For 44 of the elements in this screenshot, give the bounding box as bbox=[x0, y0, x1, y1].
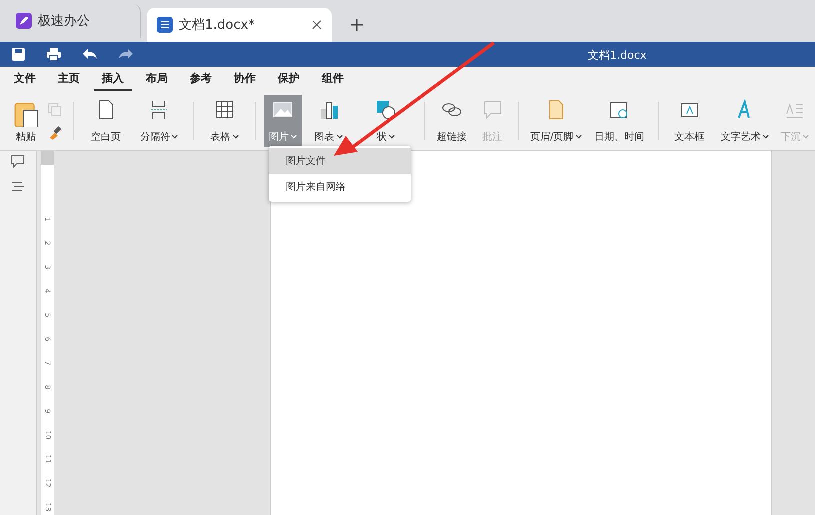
ribbon-button[interactable]: 粘贴 bbox=[10, 95, 42, 147]
ribbon-button[interactable]: 超链接 bbox=[433, 95, 471, 147]
outline-icon[interactable] bbox=[12, 182, 24, 193]
caret-icon bbox=[388, 135, 395, 139]
menu-tab[interactable]: 协作 bbox=[226, 68, 264, 91]
menu-tab[interactable]: 主页 bbox=[50, 68, 88, 91]
tab[interactable]: 文档1.docx* bbox=[147, 8, 332, 42]
window-title: 文档1.docx bbox=[588, 48, 647, 63]
caret-icon bbox=[803, 135, 810, 139]
save-icon[interactable] bbox=[12, 48, 25, 61]
ribbon-button[interactable]: 日期、时间 bbox=[588, 95, 650, 147]
caret-icon bbox=[762, 135, 769, 139]
menu-item[interactable]: 图片来自网络 bbox=[269, 174, 411, 200]
caret-icon bbox=[232, 135, 239, 139]
ribbon-button[interactable]: 空白页 bbox=[82, 95, 130, 147]
undo-icon[interactable] bbox=[83, 49, 97, 60]
format-brush-icon[interactable] bbox=[48, 126, 62, 140]
ribbon-button[interactable]: 图表 bbox=[306, 95, 352, 147]
caret-icon bbox=[172, 135, 178, 139]
close-icon[interactable] bbox=[312, 20, 322, 30]
menu-tab[interactable]: 组件 bbox=[314, 68, 352, 91]
caret-icon bbox=[576, 135, 582, 139]
ribbon-button[interactable]: 页眉/页脚 bbox=[527, 95, 585, 147]
comment-icon bbox=[482, 99, 504, 121]
redo-icon[interactable] bbox=[119, 49, 133, 60]
shapes-icon bbox=[374, 99, 397, 121]
ribbon-button[interactable]: 表格 bbox=[202, 95, 248, 147]
new-tab-icon[interactable] bbox=[350, 18, 364, 32]
ribbon-button[interactable]: 文字艺术 bbox=[716, 95, 774, 147]
ribbon-button[interactable]: 文本框 bbox=[666, 95, 712, 147]
ribbon-button[interactable]: 分隔符 bbox=[134, 95, 185, 147]
tab[interactable]: 极速办公 bbox=[6, 4, 141, 38]
comment-icon[interactable] bbox=[11, 155, 25, 168]
print-icon[interactable] bbox=[47, 48, 61, 61]
caret-icon bbox=[291, 135, 298, 139]
menu-tab[interactable]: 参考 bbox=[182, 68, 220, 91]
menu-tab[interactable]: 布局 bbox=[138, 68, 176, 91]
menu-item[interactable]: 图片文件 bbox=[269, 148, 411, 174]
menu-tab[interactable]: 保护 bbox=[270, 68, 308, 91]
ribbon-button[interactable]: 状 bbox=[355, 95, 416, 147]
caret-icon bbox=[336, 135, 343, 139]
menu-tab[interactable]: 文件 bbox=[6, 68, 44, 91]
document-icon bbox=[157, 17, 173, 33]
table-icon bbox=[214, 99, 236, 121]
